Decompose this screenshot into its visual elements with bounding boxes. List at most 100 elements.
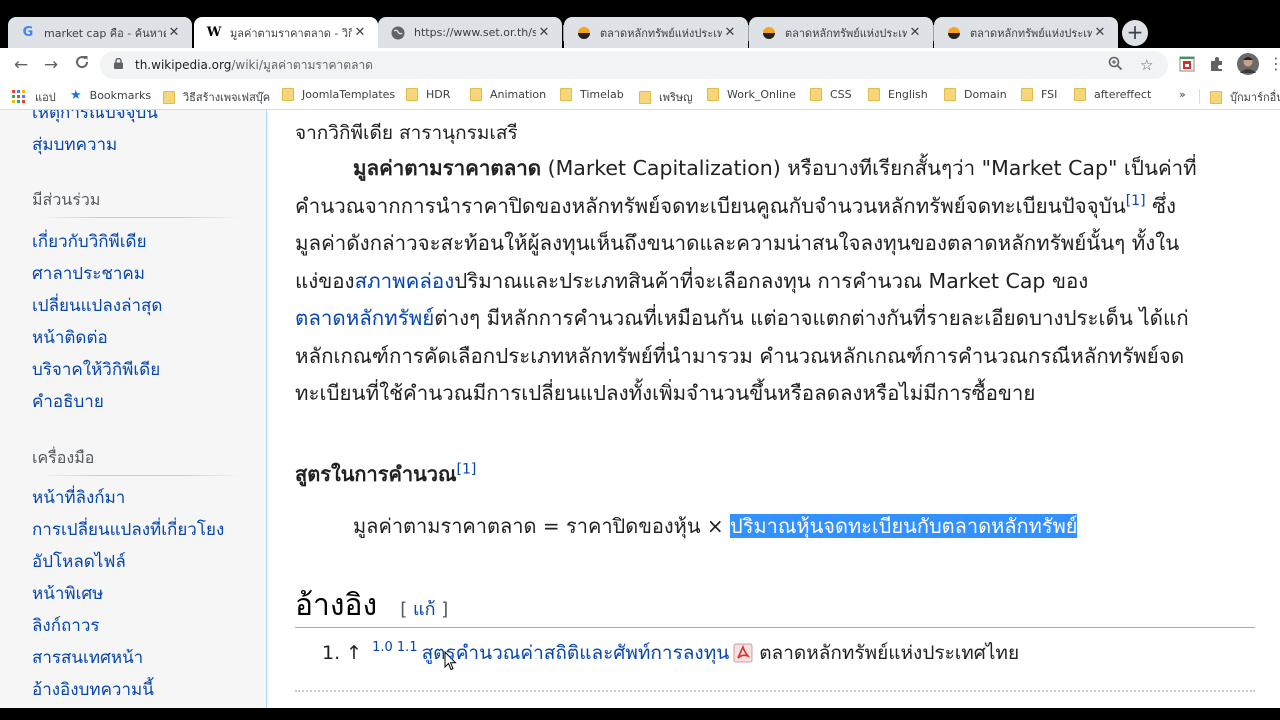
bookmark-folder[interactable]: Timelab xyxy=(560,88,624,101)
bookmark-folder[interactable]: aftereffect xyxy=(1074,88,1151,101)
bookmark-separator xyxy=(1199,89,1200,104)
bold-term: มูลค่าตามราคาตลาด xyxy=(353,156,542,180)
sidebar: เหตุการณ์ปัจจุบัน สุ่มบทความ มีส่วนร่วม … xyxy=(0,110,267,708)
text: คำนวณจากการนำราคาปิดของหลักทรัพย์จดทะเบี… xyxy=(295,193,1126,218)
close-tab-icon[interactable]: ✕ xyxy=(907,25,923,40)
text-line: ทะเบียนที่ใช้คำนวณมีการเปลี่ยนแปลงทั้งเพ… xyxy=(295,375,1257,413)
text-line: มูลค่าดังกล่าวจะสะท้อนให้ผู้ลงทุนเห็นถึง… xyxy=(295,225,1257,263)
edit-section-link[interactable]: แก้ xyxy=(413,599,436,620)
tab-set-url[interactable]: https://www.set.or.th/set/ ✕ xyxy=(378,17,562,48)
extensions-puzzle-icon[interactable] xyxy=(1208,55,1228,75)
sidebar-item-donate[interactable]: บริจาคให้วิกิพีเดีย xyxy=(32,356,160,383)
back-button[interactable]: ← xyxy=(10,54,32,76)
folder-icon xyxy=(944,88,956,101)
sidebar-item-current-events[interactable]: เหตุการณ์ปัจจุบัน xyxy=(32,110,158,126)
forward-button[interactable]: → xyxy=(40,54,62,76)
folder-icon xyxy=(282,88,294,101)
bookmark-label: Timelab xyxy=(580,88,624,101)
sidebar-item-random[interactable]: สุ่มบทความ xyxy=(32,131,117,158)
apps-button[interactable]: แอป xyxy=(12,88,56,106)
reference-item: 1. ↑ 1.0 1.1 สูตรคำนวณค่าสถิติและศัพท์กา… xyxy=(322,638,1019,668)
text: มูลค่าดังกล่าวจะสะท้อนให้ผู้ลงทุนเห็นถึง… xyxy=(295,231,1180,255)
citation-link[interactable]: [1] xyxy=(457,461,477,477)
bookmark-folder[interactable]: Domain xyxy=(944,88,1007,101)
bookmark-folder[interactable]: เพริษญ xyxy=(639,88,693,106)
bookmark-folder[interactable]: HDR xyxy=(406,88,450,101)
menu-kebab-icon[interactable]: ⋮ xyxy=(1268,55,1280,75)
lock-icon xyxy=(114,57,124,72)
bookmark-label: CSS xyxy=(830,88,852,101)
close-tab-icon[interactable]: ✕ xyxy=(1092,25,1108,40)
reference-publisher: ตลาดหลักทรัพย์แห่งประเทศไทย xyxy=(759,642,1020,664)
other-bookmarks[interactable]: บุ๊กมาร์กอื่นๆ xyxy=(1210,88,1280,106)
extension-icon[interactable] xyxy=(1178,55,1198,75)
sidebar-item-page-info[interactable]: สารสนเทศหน้า xyxy=(32,644,143,671)
sidebar-item-contact[interactable]: หน้าติดต่อ xyxy=(32,324,108,351)
zoom-icon[interactable] xyxy=(1108,56,1123,75)
bookmark-label: English xyxy=(888,88,928,101)
tab-wikipedia[interactable]: W มูลค่าตามราคาตลาด - วิกิพีเดีย ✕ xyxy=(194,17,378,48)
sidebar-item-permanent-link[interactable]: ลิงก์ถาวร xyxy=(32,612,100,639)
bookmark-folder[interactable]: English xyxy=(868,88,928,101)
lead-paragraph: มูลค่าตามราคาตลาด (Market Capitalization… xyxy=(295,150,1257,413)
bookmark-label: วิธีสร้างเพจเฟสบุ๊ค xyxy=(183,91,271,104)
folder-icon xyxy=(1021,88,1033,101)
close-tab-icon[interactable]: ✕ xyxy=(536,25,552,40)
sidebar-item-community[interactable]: ศาลาประชาคม xyxy=(32,260,145,287)
folder-icon xyxy=(1210,90,1222,104)
profile-avatar[interactable] xyxy=(1237,53,1259,75)
bookmark-label: บุ๊กมาร์กอื่นๆ xyxy=(1230,91,1280,104)
tab-set-3[interactable]: ตลาดหลักทรัพย์แห่งประเทศไทย ✕ xyxy=(934,17,1118,48)
sidebar-item-about[interactable]: เกี่ยวกับวิกิพีเดีย xyxy=(32,228,147,255)
address-bar[interactable]: th.wikipedia.org/wiki/มูลค่าตามราคาตลาด … xyxy=(100,51,1168,79)
sidebar-item-upload-file[interactable]: อัปโหลดไฟล์ xyxy=(32,548,126,575)
set-logo-icon xyxy=(946,25,962,41)
reload-button[interactable] xyxy=(71,54,93,76)
bookmark-folder[interactable]: Animation xyxy=(470,88,546,101)
bookmark-bookmarks[interactable]: ★ Bookmarks xyxy=(70,88,151,103)
sidebar-item-what-links-here[interactable]: หน้าที่ลิงก์มา xyxy=(32,484,125,511)
star-icon: ★ xyxy=(70,88,82,103)
tab-set-2[interactable]: ตลาดหลักทรัพย์แห่งประเทศไทย ✕ xyxy=(749,17,933,48)
bookmark-label: Bookmarks xyxy=(89,89,152,102)
tab-title: ตลาดหลักทรัพย์แห่งประเทศไทย xyxy=(600,26,722,40)
tab-google-search[interactable]: G market cap คือ - ค้นหาด้วย Google ✕ xyxy=(8,17,192,48)
tab-set-1[interactable]: ตลาดหลักทรัพย์แห่งประเทศไทย ✕ xyxy=(564,17,748,48)
google-icon: G xyxy=(22,25,34,40)
bookmark-folder[interactable]: JoomlaTemplates xyxy=(282,88,395,101)
text: ต่างๆ มีหลักการคำนวณที่เหมือนกัน แต่อาจแ… xyxy=(434,306,1189,330)
new-tab-button[interactable]: + xyxy=(1122,20,1148,46)
bookmarks-bar: แอป ★ Bookmarks วิธีสร้างเพจเฟสบุ๊ค Joom… xyxy=(0,82,1280,110)
close-tab-icon[interactable]: ✕ xyxy=(166,25,182,40)
sidebar-item-cite-page[interactable]: อ้างอิงบทความนี้ xyxy=(32,676,154,703)
sidebar-item-help[interactable]: คำอธิบาย xyxy=(32,388,104,415)
sidebar-item-special-pages[interactable]: หน้าพิเศษ xyxy=(32,580,103,607)
stock-exchange-link[interactable]: ตลาดหลักทรัพย์ xyxy=(295,306,434,330)
wikipedia-page: เหตุการณ์ปัจจุบัน สุ่มบทความ มีส่วนร่วม … xyxy=(0,110,1280,708)
text: ทะเบียนที่ใช้คำนวณมีการเปลี่ยนแปลงทั้งเพ… xyxy=(295,381,1036,405)
edit-section: [ แก้ ] xyxy=(400,599,448,620)
folder-icon xyxy=(810,88,822,101)
bookmark-folder[interactable]: วิธีสร้างเพจเฟสบุ๊ค xyxy=(163,88,270,106)
bookmark-folder[interactable]: FSI xyxy=(1021,88,1057,101)
reference-number[interactable]: 1. ↑ xyxy=(322,642,362,664)
close-tab-icon[interactable]: ✕ xyxy=(352,25,368,40)
text-line: ตลาดหลักทรัพย์ต่างๆ มีหลักการคำนวณที่เหม… xyxy=(295,300,1257,338)
reference-backlinks[interactable]: 1.0 1.1 xyxy=(372,640,417,655)
reference-link[interactable]: สูตรคำนวณค่าสถิติและศัพท์การลงทุน xyxy=(422,638,730,668)
text: แง่ของ xyxy=(295,268,355,293)
liquidity-link[interactable]: สภาพคล่อง xyxy=(355,269,455,293)
sidebar-item-recent-changes[interactable]: เปลี่ยนแปลงล่าสุด xyxy=(32,292,162,319)
sidebar-item-related-changes[interactable]: การเปลี่ยนแปลงที่เกี่ยวโยง xyxy=(32,516,224,543)
text-line: หลักเกณฑ์การคัดเลือกประเภทหลักทรัพย์ที่น… xyxy=(295,338,1257,376)
bookmark-star-icon[interactable]: ☆ xyxy=(1140,56,1153,74)
text-line: แง่ของสภาพคล่องปริมาณและประเภทสินค้าที่จ… xyxy=(295,263,1257,301)
citation-link[interactable]: [1] xyxy=(1126,193,1146,209)
bookmark-folder[interactable]: CSS xyxy=(810,88,852,101)
bookmark-folder[interactable]: Work_Online xyxy=(707,88,796,101)
bookmark-label: HDR xyxy=(426,88,451,101)
formula-heading: สูตรในการคำนวณ[1] xyxy=(295,458,476,490)
bookmarks-overflow-button[interactable]: » xyxy=(1179,88,1186,101)
close-tab-icon[interactable]: ✕ xyxy=(722,25,738,40)
folder-icon xyxy=(639,90,651,104)
